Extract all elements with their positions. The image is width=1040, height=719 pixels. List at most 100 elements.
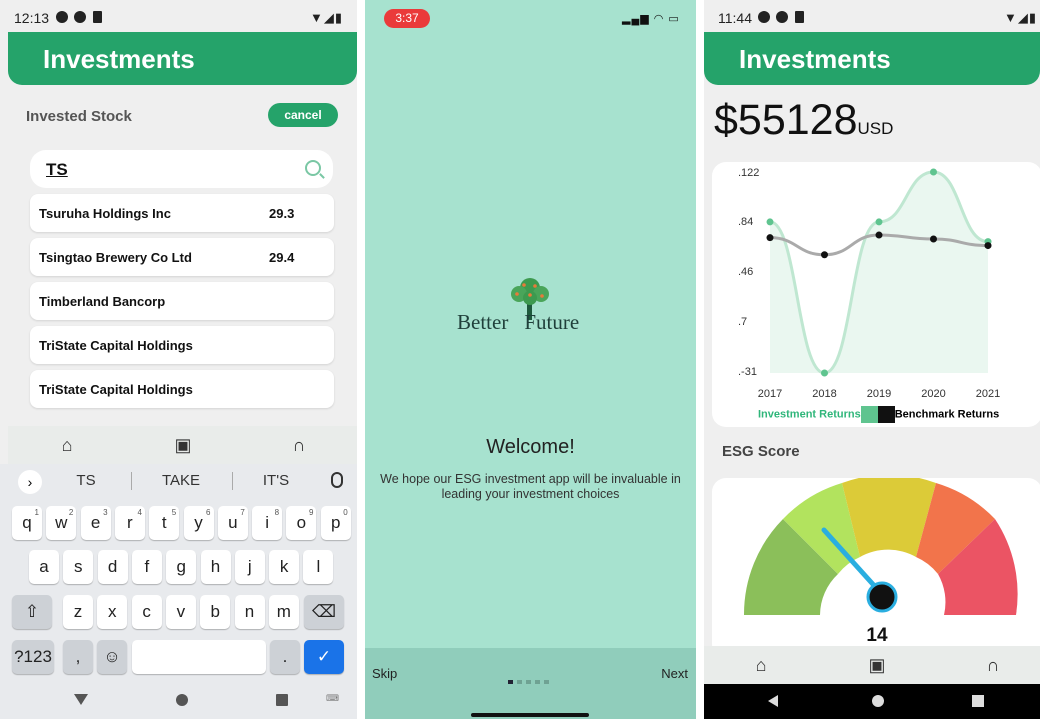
key-e[interactable]: e3 — [80, 506, 111, 540]
space-key[interactable] — [132, 640, 266, 674]
chart-legend: Investment Returns Benchmark Returns — [758, 406, 999, 423]
list-item[interactable]: Tsuruha Holdings Inc 29.3 — [30, 194, 334, 232]
key-l[interactable]: l — [303, 550, 334, 584]
recents-icon[interactable] — [972, 695, 984, 707]
home-icon[interactable]: ⌂ — [56, 434, 78, 456]
stock-name: Timberland Bancorp — [39, 294, 166, 309]
list-item[interactable]: Timberland Bancorp — [30, 282, 334, 320]
key-r[interactable]: r4 — [114, 506, 145, 540]
enter-key[interactable]: ✓ — [304, 640, 344, 674]
key-g[interactable]: g — [166, 550, 197, 584]
status-time: 11:44 — [718, 10, 752, 26]
list-item[interactable]: TriState Capital Holdings — [30, 370, 334, 408]
key-f[interactable]: f — [131, 550, 162, 584]
x-tick-label: 2018 — [812, 388, 836, 400]
key-u[interactable]: u7 — [217, 506, 248, 540]
signal-battery-icon: ▼◢▮ — [310, 10, 344, 25]
key-w[interactable]: w2 — [46, 506, 77, 540]
page-dot — [526, 680, 531, 684]
home-circle-icon[interactable] — [872, 695, 884, 707]
y-tick-label: .-31 — [738, 366, 757, 378]
legend-investment-label: Investment Returns — [758, 408, 861, 421]
key-t[interactable]: t5 — [149, 506, 180, 540]
signal-wifi-battery-icon: ▂▄▆ ◠ ▭ — [622, 13, 680, 25]
divider — [131, 472, 132, 490]
support-icon[interactable]: ∩ — [288, 434, 310, 456]
data-point — [821, 251, 828, 259]
home-circle-icon[interactable] — [176, 694, 188, 706]
stock-name: Tsingtao Brewery Co Ltd — [39, 250, 192, 265]
key-x[interactable]: x — [97, 595, 128, 629]
sim-icon — [795, 11, 804, 23]
cancel-button[interactable]: cancel — [268, 103, 338, 127]
list-item[interactable]: TriState Capital Holdings — [30, 326, 334, 364]
key-p[interactable]: p0 — [320, 506, 351, 540]
back-icon[interactable] — [74, 694, 88, 705]
microphone-icon[interactable] — [331, 472, 343, 488]
legend-benchmark-label: Benchmark Returns — [894, 408, 1000, 421]
status-bar: 11:44 ▼◢▮ — [704, 0, 1040, 32]
suggestion-3[interactable]: IT'S — [231, 472, 321, 489]
key-z[interactable]: z — [63, 595, 93, 629]
gauge-hub — [866, 581, 898, 613]
y-tick-label: .7 — [738, 316, 747, 328]
next-button[interactable]: Next — [661, 666, 688, 681]
esg-gauge — [743, 474, 1018, 615]
search-input[interactable]: TS — [30, 150, 333, 188]
key-n[interactable]: n — [234, 595, 265, 629]
returns-chart: .122 .84 .46 .7 .-312017 2018 2019 2020 2021 — [738, 167, 1000, 400]
y-tick-label: .84 — [738, 216, 753, 228]
data-point — [930, 168, 937, 176]
portfolio-value: $55128USD — [714, 96, 893, 145]
search-screen: 12:13 ▼◢▮ Investments Invested Stock can… — [0, 0, 357, 719]
home-icon[interactable]: ⌂ — [750, 654, 772, 676]
logo-word-1: Better — [457, 310, 509, 334]
key-o[interactable]: o9 — [286, 506, 317, 540]
comma-key[interactable]: , — [63, 640, 93, 674]
key-b[interactable]: b — [200, 595, 231, 629]
key-d[interactable]: d — [97, 550, 128, 584]
app-header: Investments — [704, 32, 1040, 85]
key-s[interactable]: s — [63, 550, 94, 584]
recents-icon[interactable] — [276, 694, 288, 706]
page-dot — [517, 680, 522, 684]
page-title: Investments — [43, 44, 195, 74]
bottom-nav: ⌂ ▣ ∩ — [704, 646, 1040, 684]
key-y[interactable]: y6 — [183, 506, 214, 540]
key-a[interactable]: a — [29, 550, 59, 584]
period-key[interactable]: . — [270, 640, 300, 674]
shift-key[interactable]: ⇧ — [12, 595, 52, 629]
esg-score-value: 14 — [866, 625, 888, 646]
suggestion-1[interactable]: TS — [41, 472, 131, 489]
key-i[interactable]: i8 — [252, 506, 283, 540]
key-q[interactable]: q1 — [12, 506, 42, 540]
symbols-key[interactable]: ?123 — [12, 640, 54, 674]
welcome-description: We hope our ESG investment app will be i… — [380, 472, 681, 501]
data-point — [875, 218, 883, 226]
chevron-right-icon[interactable]: › — [18, 470, 42, 494]
page-dot — [508, 680, 513, 684]
x-tick-label: 2019 — [867, 388, 891, 400]
notification-icon — [758, 11, 770, 23]
key-c[interactable]: c — [131, 595, 162, 629]
key-j[interactable]: j — [234, 550, 265, 584]
back-icon[interactable] — [768, 695, 778, 707]
key-m[interactable]: m — [268, 595, 299, 629]
portfolio-icon[interactable]: ▣ — [866, 654, 888, 676]
emoji-icon[interactable]: ☺ — [97, 640, 127, 674]
suggestion-2[interactable]: TAKE — [136, 472, 226, 489]
portfolio-icon[interactable]: ▣ — [172, 434, 194, 456]
key-h[interactable]: h — [200, 550, 231, 584]
skip-button[interactable]: Skip — [372, 666, 397, 681]
currency-label: USD — [857, 119, 894, 138]
key-k[interactable]: k — [269, 550, 300, 584]
support-icon[interactable]: ∩ — [982, 654, 1004, 676]
stock-price: 29.3 — [269, 206, 295, 221]
stock-list: Tsuruha Holdings Inc 29.3 Tsingtao Brewe… — [30, 194, 334, 414]
keyboard-icon[interactable]: ⌨ — [326, 693, 339, 704]
data-point — [984, 242, 992, 250]
key-v[interactable]: v — [165, 595, 196, 629]
list-item[interactable]: Tsingtao Brewery Co Ltd 29.4 — [30, 238, 334, 276]
backspace-key[interactable]: ⌫ — [304, 595, 344, 629]
search-icon[interactable] — [305, 160, 321, 176]
